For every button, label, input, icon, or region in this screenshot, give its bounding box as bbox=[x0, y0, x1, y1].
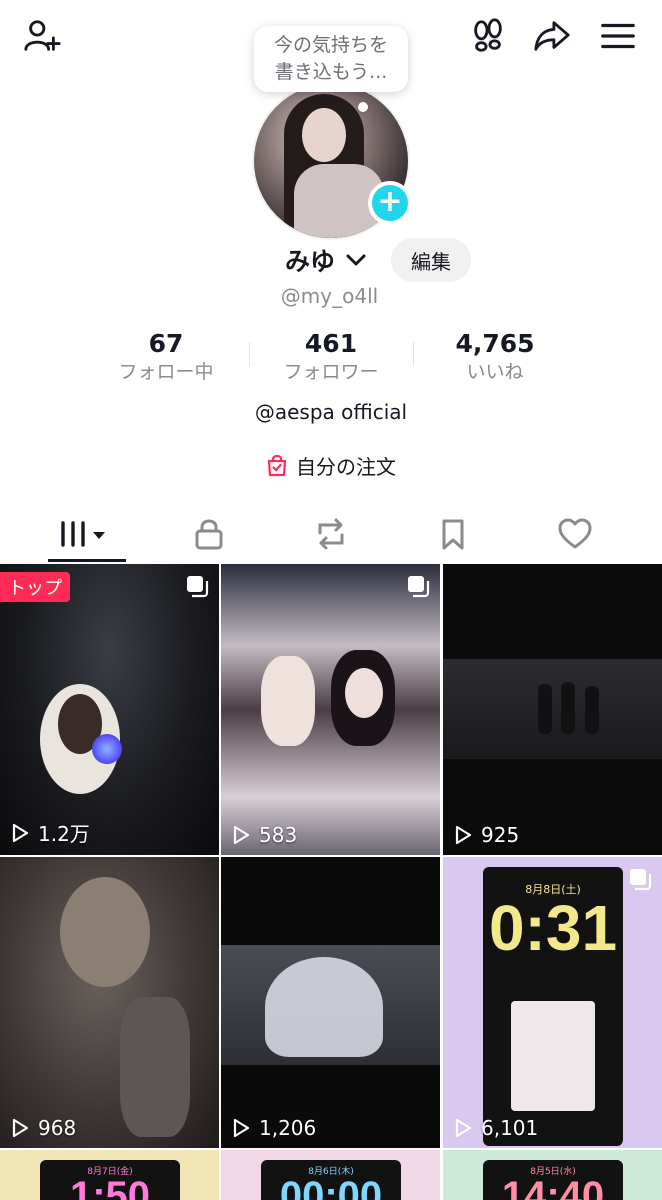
share-arrow-icon bbox=[534, 21, 570, 51]
clock-time: 1:50 bbox=[69, 1174, 151, 1200]
tab-saved[interactable] bbox=[398, 506, 508, 562]
tab-reposts[interactable] bbox=[276, 506, 386, 562]
status-note-bubble[interactable]: 今の気持ちを 書き込もう... bbox=[254, 26, 408, 92]
tab-videos[interactable] bbox=[32, 506, 142, 562]
view-count-text: 583 bbox=[259, 823, 298, 847]
status-note-line1: 今の気持ちを bbox=[273, 34, 388, 56]
play-icon bbox=[233, 1118, 250, 1138]
video-thumbnail[interactable]: 8月7日(金) 1:50 bbox=[0, 1150, 219, 1200]
view-count: 1.2万 bbox=[10, 818, 90, 847]
play-icon bbox=[12, 823, 29, 842]
chevron-down-icon[interactable] bbox=[344, 250, 368, 270]
repost-icon bbox=[318, 518, 344, 550]
footprints-icon bbox=[474, 18, 502, 52]
view-count-text: 1.2万 bbox=[38, 822, 90, 846]
view-count: 583 bbox=[231, 823, 297, 847]
likes-count: 4,765 bbox=[455, 329, 535, 358]
view-count: 925 bbox=[453, 823, 519, 847]
pinned-top-badge: トップ bbox=[0, 572, 70, 602]
status-note-line2: 書き込もう... bbox=[274, 61, 388, 83]
menu-button[interactable] bbox=[596, 14, 640, 58]
video-thumbnail[interactable]: 8月5日(水) 14:40 bbox=[443, 1150, 662, 1200]
video-thumbnail[interactable]: 8月6日(木) 00:00 bbox=[221, 1150, 440, 1200]
username-handle: @my_o4ll bbox=[280, 284, 379, 308]
content-tabs bbox=[0, 506, 662, 562]
play-icon bbox=[455, 825, 472, 845]
lock-icon bbox=[195, 519, 223, 550]
video-thumbnail[interactable]: 8月8日(土) 0:31 6,101 bbox=[443, 857, 662, 1148]
share-button[interactable] bbox=[530, 14, 574, 58]
view-count-text: 6,101 bbox=[481, 1116, 539, 1140]
likes-label: いいね bbox=[466, 361, 524, 383]
view-count: 1,206 bbox=[231, 1116, 316, 1140]
view-count-text: 968 bbox=[38, 1116, 77, 1140]
multi-photo-icon bbox=[187, 576, 209, 598]
add-avatar-story-button[interactable]: + bbox=[368, 181, 412, 225]
followers-stat[interactable]: 461 フォロワー bbox=[251, 328, 411, 384]
tab-private[interactable] bbox=[154, 506, 264, 562]
video-thumbnail[interactable]: トップ 1.2万 bbox=[0, 564, 219, 855]
bio-text[interactable]: @aespa official bbox=[0, 400, 662, 424]
add-friend-button[interactable] bbox=[20, 14, 64, 58]
play-icon bbox=[233, 825, 250, 845]
hamburger-menu-icon bbox=[601, 23, 635, 49]
likes-stat[interactable]: 4,765 いいね bbox=[415, 328, 575, 384]
video-thumbnail[interactable]: 583 bbox=[221, 564, 440, 855]
following-count: 67 bbox=[148, 329, 184, 358]
bookmark-icon bbox=[442, 519, 464, 550]
stat-divider bbox=[249, 342, 250, 366]
view-count-text: 925 bbox=[481, 823, 520, 847]
footprints-button[interactable] bbox=[466, 14, 510, 58]
grid-bars-icon bbox=[61, 521, 105, 547]
stat-divider bbox=[413, 342, 414, 366]
following-stat[interactable]: 67 フォロー中 bbox=[86, 328, 246, 384]
view-count-text: 1,206 bbox=[259, 1116, 317, 1140]
my-orders-label: 自分の注文 bbox=[296, 454, 396, 479]
multi-photo-icon bbox=[630, 869, 652, 891]
profile-stats: 67 フォロー中 461 フォロワー 4,765 いいね bbox=[0, 328, 662, 388]
bubble-tail bbox=[358, 102, 368, 112]
name-row: みゆ 編集 bbox=[0, 238, 662, 282]
video-grid: トップ 1.2万 583 925 968 1,206 8月8日(土) 0:31 … bbox=[0, 564, 662, 1200]
tab-liked[interactable] bbox=[520, 506, 630, 562]
view-count: 6,101 bbox=[453, 1116, 538, 1140]
play-icon bbox=[455, 1118, 472, 1138]
shopping-bag-icon bbox=[267, 454, 287, 477]
followers-count: 461 bbox=[304, 329, 358, 358]
multi-photo-icon bbox=[408, 576, 430, 598]
active-tab-indicator bbox=[48, 559, 126, 562]
edit-profile-button[interactable]: 編集 bbox=[391, 238, 471, 282]
profile-name[interactable]: みゆ bbox=[285, 242, 335, 278]
followers-label: フォロワー bbox=[283, 361, 379, 383]
clock-time: 14:40 bbox=[501, 1174, 605, 1200]
heart-icon bbox=[558, 518, 592, 549]
clock-time: 00:00 bbox=[279, 1174, 383, 1200]
video-thumbnail[interactable]: 968 bbox=[0, 857, 219, 1148]
plus-icon: + bbox=[377, 183, 403, 219]
play-icon bbox=[12, 1118, 29, 1138]
clock-time: 0:31 bbox=[488, 892, 618, 964]
my-orders-link[interactable]: 自分の注文 bbox=[0, 450, 662, 480]
video-thumbnail[interactable]: 1,206 bbox=[221, 857, 440, 1148]
following-label: フォロー中 bbox=[118, 361, 214, 383]
person-plus-icon bbox=[24, 20, 61, 51]
view-count: 968 bbox=[10, 1116, 76, 1140]
video-thumbnail[interactable]: 925 bbox=[443, 564, 662, 855]
